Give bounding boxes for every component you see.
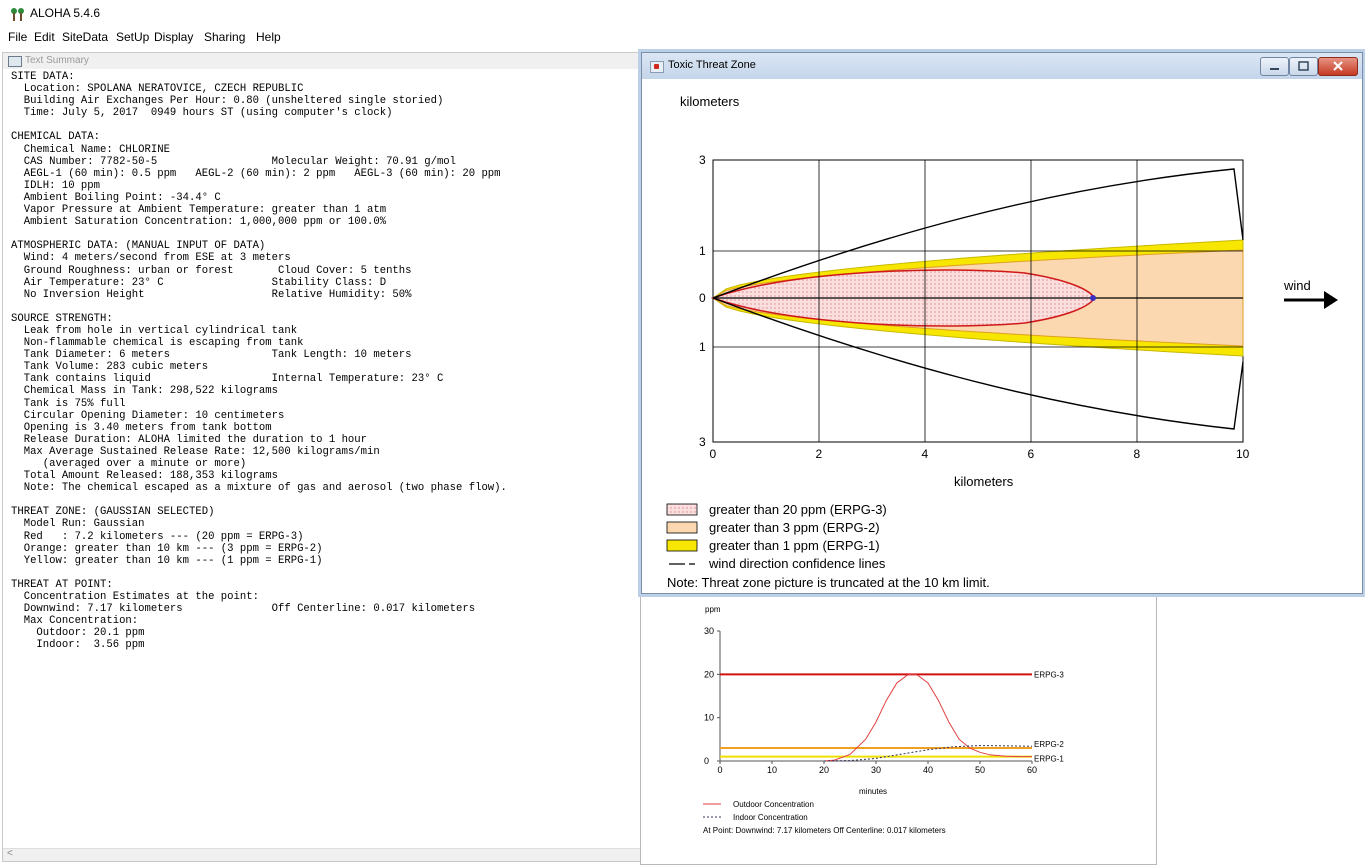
text-summary-title: Text Summary	[25, 55, 89, 66]
close-button[interactable]	[1318, 57, 1358, 76]
maximize-button[interactable]	[1289, 57, 1318, 76]
threat-zone-window-icon	[650, 61, 664, 73]
text-window-icon	[8, 56, 22, 67]
scroll-left-arrow-icon[interactable]: <	[7, 848, 13, 859]
x-tick-label: 6	[1028, 447, 1035, 461]
maximize-icon	[1298, 61, 1309, 71]
menu-bar: File Edit SiteData SetUp Display Sharing…	[0, 28, 1365, 46]
y-axis-unit-label: ppm	[705, 605, 721, 614]
x-tick-label: 30	[871, 765, 881, 775]
threat-point-marker	[1090, 295, 1097, 301]
aloha-app-icon	[11, 8, 24, 21]
x-axis-label: minutes	[859, 787, 887, 796]
text-summary-window[interactable]: Text Summary SITE DATA: Location: SPOLAN…	[2, 52, 644, 862]
x-tick-label: 0	[710, 447, 717, 461]
threat-zone-title: Toxic Threat Zone	[668, 59, 756, 71]
menu-setup[interactable]: SetUp	[116, 30, 149, 44]
y-tick-label: 3	[699, 153, 706, 167]
menu-help[interactable]: Help	[256, 30, 281, 44]
threshold-label: ERPG-3	[1034, 670, 1064, 679]
menu-edit[interactable]: Edit	[34, 30, 55, 44]
threat-zone-titlebar[interactable]: Toxic Threat Zone	[642, 53, 1362, 79]
threshold-label: ERPG-1	[1034, 755, 1064, 764]
menu-sharing[interactable]: Sharing	[204, 30, 245, 44]
x-tick-label: 8	[1134, 447, 1141, 461]
legend-label: greater than 3 ppm (ERPG-2)	[709, 520, 880, 535]
x-tick-label: 50	[975, 765, 985, 775]
app-titlebar: ALOHA 5.4.6	[0, 0, 1365, 28]
legend-label: greater than 20 ppm (ERPG-3)	[709, 502, 887, 517]
legend-swatch-erpg1	[666, 539, 698, 552]
text-summary-titlebar[interactable]: Text Summary	[3, 53, 643, 69]
x-axis-label: kilometers	[954, 474, 1014, 489]
y-tick-label: 10	[704, 713, 714, 723]
y-tick-label: 30	[704, 626, 714, 636]
truncation-note: Note: Threat zone picture is truncated a…	[667, 575, 990, 590]
x-tick-label: 40	[923, 765, 933, 775]
y-tick-label: 1	[699, 340, 706, 354]
legend-label: wind direction confidence lines	[708, 556, 886, 571]
x-tick-label: 20	[819, 765, 829, 775]
menu-file[interactable]: File	[8, 30, 27, 44]
legend-label-outdoor: Outdoor Concentration	[733, 800, 814, 809]
menu-sitedata[interactable]: SiteData	[62, 30, 108, 44]
x-tick-label: 60	[1027, 765, 1037, 775]
concentration-graph: ppm 0 10 20 30 0 10 20 30 40 50 60 minutes ERPG-3 ERPG…	[703, 605, 1064, 835]
y-tick-label: 0	[704, 756, 709, 766]
legend-swatch-erpg2	[666, 521, 698, 534]
x-tick-label: 2	[816, 447, 823, 461]
close-icon	[1333, 61, 1343, 71]
y-tick-label: 0	[699, 291, 706, 305]
threat-zone-plot: kilometers310130 2 4 6 8 10kilometerswindgrea…	[666, 94, 1338, 590]
wind-arrow-icon	[1324, 291, 1338, 309]
x-tick-label: 0	[718, 765, 723, 775]
concentration-graph-window[interactable]: ppm 0 10 20 30 0 10 20 30 40 50 60 minutes ERPG-3 ERPG…	[640, 590, 1157, 865]
app-title: ALOHA 5.4.6	[30, 6, 101, 20]
legend-label-indoor: Indoor Concentration	[733, 813, 808, 822]
legend-label: greater than 1 ppm (ERPG-1)	[709, 538, 880, 553]
x-tick-label: 10	[767, 765, 777, 775]
y-tick-label: 20	[704, 669, 714, 679]
horizontal-scrollbar[interactable]: <	[3, 848, 643, 861]
x-tick-label: 4	[922, 447, 929, 461]
y-tick-label: 3	[699, 435, 706, 449]
minimize-icon	[1270, 68, 1279, 70]
legend-swatch-erpg3	[666, 503, 698, 516]
toxic-threat-zone-window[interactable]: Toxic Threat Zone kilometers 3 1 0 1 3 0 2 4 6 8 10…	[641, 52, 1363, 594]
wind-label: wind	[1283, 278, 1311, 293]
y-axis-unit-label: kilometers	[680, 94, 740, 109]
text-summary-content: SITE DATA: Location: SPOLANA NERATOVICE,…	[11, 71, 507, 652]
x-tick-label: 10	[1236, 447, 1250, 461]
minimize-button[interactable]	[1260, 57, 1289, 76]
threshold-label: ERPG-2	[1034, 740, 1064, 749]
menu-display[interactable]: Display	[154, 30, 193, 44]
graph-footer: At Point: Downwind: 7.17 kilometers Off …	[703, 826, 946, 835]
y-tick-label: 1	[699, 244, 706, 258]
